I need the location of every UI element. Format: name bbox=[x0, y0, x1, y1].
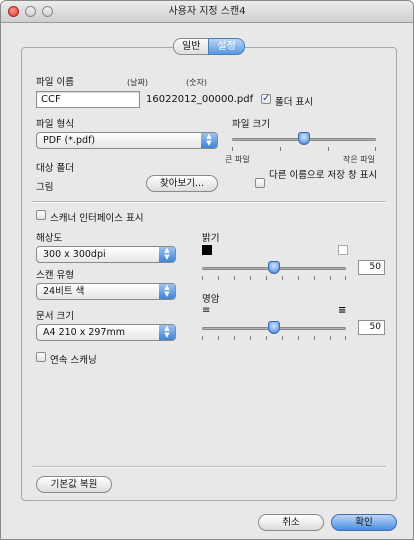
file-size-ticks bbox=[232, 147, 376, 152]
minimize-window-button[interactable] bbox=[25, 6, 36, 17]
contrast-slider-thumb[interactable] bbox=[268, 321, 280, 334]
brightness-slider-thumb[interactable] bbox=[268, 261, 280, 274]
file-size-label: 파일 크기 bbox=[232, 119, 270, 130]
contrast-label: 명암 bbox=[202, 294, 220, 305]
low-contrast-icon: ≡ bbox=[202, 305, 211, 316]
dark-square-icon bbox=[202, 245, 212, 255]
bottom-divider bbox=[32, 466, 386, 468]
contrast-ticks bbox=[202, 336, 346, 341]
popup-arrows-icon: ▲ ▼ bbox=[159, 284, 175, 299]
date-hint: (날짜) bbox=[127, 78, 148, 87]
file-name-input[interactable]: CCF bbox=[36, 91, 140, 108]
section-divider bbox=[32, 201, 386, 203]
save-as-checkbox[interactable] bbox=[255, 178, 265, 188]
tab-bar: 일반 설정 bbox=[173, 38, 245, 55]
settings-panel: 파일 이름 (날짜) (숫자) CCF 16022012_00000.pdf ✓… bbox=[21, 47, 397, 501]
close-window-button[interactable] bbox=[8, 6, 19, 17]
high-contrast-icon: ≡ bbox=[338, 305, 347, 316]
scan-type-value: 24비트 색 bbox=[43, 286, 85, 297]
number-hint: (숫자) bbox=[186, 78, 207, 87]
continuous-scan-checkbox[interactable] bbox=[36, 352, 46, 362]
popup-arrows-icon: ▲ ▼ bbox=[201, 133, 217, 148]
resolution-value: 300 x 300dpi bbox=[43, 249, 106, 260]
resolution-label: 해상도 bbox=[36, 233, 63, 244]
document-size-label: 문서 크기 bbox=[36, 311, 74, 322]
scan-type-popup[interactable]: 24비트 색 ▲ ▼ bbox=[36, 283, 176, 300]
popup-arrows-icon: ▲ ▼ bbox=[159, 247, 175, 262]
file-type-value: PDF (*.pdf) bbox=[43, 135, 96, 146]
browse-button[interactable]: 찾아보기... bbox=[146, 175, 218, 192]
file-type-label: 파일 형식 bbox=[36, 119, 74, 130]
light-square-icon bbox=[338, 245, 348, 255]
title-bar: 사용자 지정 스캔4 bbox=[1, 1, 413, 23]
resolution-popup[interactable]: 300 x 300dpi ▲ ▼ bbox=[36, 246, 176, 263]
scanner-interface-checkbox[interactable] bbox=[36, 210, 46, 220]
destination-folder-label: 대상 폴더 bbox=[36, 163, 74, 174]
save-as-label: 다른 이름으로 저장 창 표시 bbox=[269, 170, 378, 181]
brightness-ticks bbox=[202, 276, 346, 281]
cancel-button[interactable]: 취소 bbox=[258, 514, 324, 531]
restore-defaults-button[interactable]: 기본값 복원 bbox=[36, 476, 112, 493]
scanner-interface-label: 스캐너 인터페이스 표시 bbox=[50, 213, 144, 224]
show-folder-label: 폴더 표시 bbox=[275, 97, 313, 108]
popup-arrows-icon: ▲ ▼ bbox=[159, 325, 175, 340]
file-type-popup[interactable]: PDF (*.pdf) ▲ ▼ bbox=[36, 132, 218, 149]
file-name-label: 파일 이름 bbox=[36, 77, 74, 88]
file-size-max-label: 작은 파일 bbox=[343, 155, 375, 164]
destination-folder-value: 그림 bbox=[36, 182, 54, 193]
scan-type-label: 스캔 유형 bbox=[36, 270, 74, 281]
document-size-popup[interactable]: A4 210 x 297mm ▲ ▼ bbox=[36, 324, 176, 341]
file-size-slider-thumb[interactable] bbox=[298, 132, 310, 145]
show-folder-checkbox[interactable]: ✓ bbox=[261, 94, 271, 104]
window-title: 사용자 지정 스캔4 bbox=[168, 6, 246, 17]
generated-file-name: 16022012_00000.pdf bbox=[146, 94, 254, 105]
tab-general[interactable]: 일반 bbox=[173, 38, 209, 55]
continuous-scan-label: 연속 스캐닝 bbox=[50, 355, 97, 366]
file-size-min-label: 큰 파일 bbox=[225, 155, 250, 164]
dialog-window: 사용자 지정 스캔4 일반 설정 파일 이름 (날짜) (숫자) CCF 160… bbox=[0, 0, 414, 540]
document-size-value: A4 210 x 297mm bbox=[43, 327, 125, 338]
zoom-window-button[interactable] bbox=[42, 6, 53, 17]
contrast-value-field[interactable]: 50 bbox=[358, 320, 385, 335]
ok-button[interactable]: 확인 bbox=[331, 514, 397, 531]
brightness-label: 밝기 bbox=[202, 233, 220, 244]
tab-settings[interactable]: 설정 bbox=[208, 38, 245, 55]
brightness-value-field[interactable]: 50 bbox=[358, 260, 385, 275]
